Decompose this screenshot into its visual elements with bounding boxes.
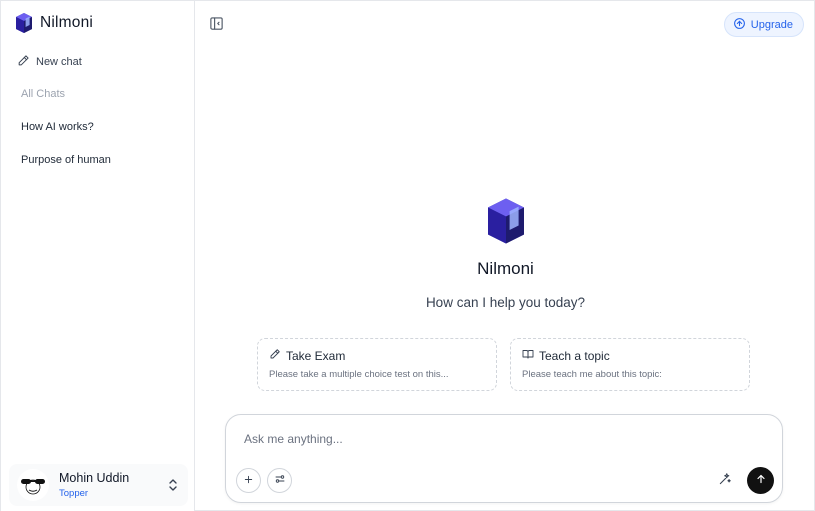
upgrade-label: Upgrade (750, 18, 793, 31)
sidebar-toggle-icon[interactable] (209, 16, 225, 32)
arrow-up-icon (755, 472, 767, 490)
suggestion-description: Please teach me about this topic: (522, 369, 662, 380)
attach-button[interactable] (236, 468, 261, 493)
chevrons-up-down-icon (166, 476, 180, 494)
send-button[interactable] (747, 467, 774, 494)
tools-button[interactable] (267, 468, 292, 493)
logo-icon (16, 13, 32, 33)
suggestion-take-exam[interactable]: Take Exam Please take a multiple choice … (257, 338, 497, 391)
hero-subtitle: How can I help you today? (425, 295, 586, 310)
suggestion-title: Teach a topic (539, 348, 610, 363)
suggestion-title: Take Exam (286, 348, 346, 363)
user-plan: Topper (59, 487, 89, 499)
logo-icon (487, 196, 524, 251)
main-panel: Upgrade Nilmoni How can I help you today… (195, 1, 815, 511)
brand-name: Nilmoni (40, 14, 94, 31)
avatar (17, 469, 49, 501)
new-chat-button[interactable]: New chat (17, 54, 82, 70)
plus-icon (243, 472, 254, 490)
sliders-icon (274, 472, 286, 490)
all-chats-label: All Chats (21, 88, 66, 100)
book-open-icon (522, 348, 534, 363)
new-chat-label: New chat (36, 56, 82, 68)
arrow-up-circle-icon (733, 17, 746, 33)
hero-title: Nilmoni (477, 259, 534, 278)
suggestion-head: Take Exam (269, 348, 486, 363)
user-menu[interactable]: Mohin Uddin Topper (9, 464, 188, 506)
suggestion-description: Please take a multiple choice test on th… (269, 369, 449, 380)
message-input[interactable] (244, 432, 744, 446)
upgrade-button[interactable]: Upgrade (723, 12, 804, 37)
sparkles-icon (718, 472, 732, 491)
user-meta: Mohin Uddin Topper (59, 471, 166, 500)
brand[interactable]: Nilmoni (16, 13, 93, 33)
chat-item-purpose-of-human[interactable]: Purpose of human (21, 154, 111, 166)
composer (225, 414, 783, 503)
pencil-icon (17, 54, 30, 70)
suggestion-head: Teach a topic (522, 348, 739, 363)
enhance-button[interactable] (716, 472, 734, 490)
sidebar: Nilmoni New chat All Chats How AI works?… (1, 1, 195, 511)
app-window: Nilmoni New chat All Chats How AI works?… (0, 0, 815, 511)
user-name: Mohin Uddin (59, 470, 130, 485)
hero-logo (195, 196, 815, 251)
pencil-icon (269, 348, 281, 363)
chat-item-how-ai-works[interactable]: How AI works? (21, 121, 94, 133)
suggestion-teach-topic[interactable]: Teach a topic Please teach me about this… (510, 338, 750, 391)
